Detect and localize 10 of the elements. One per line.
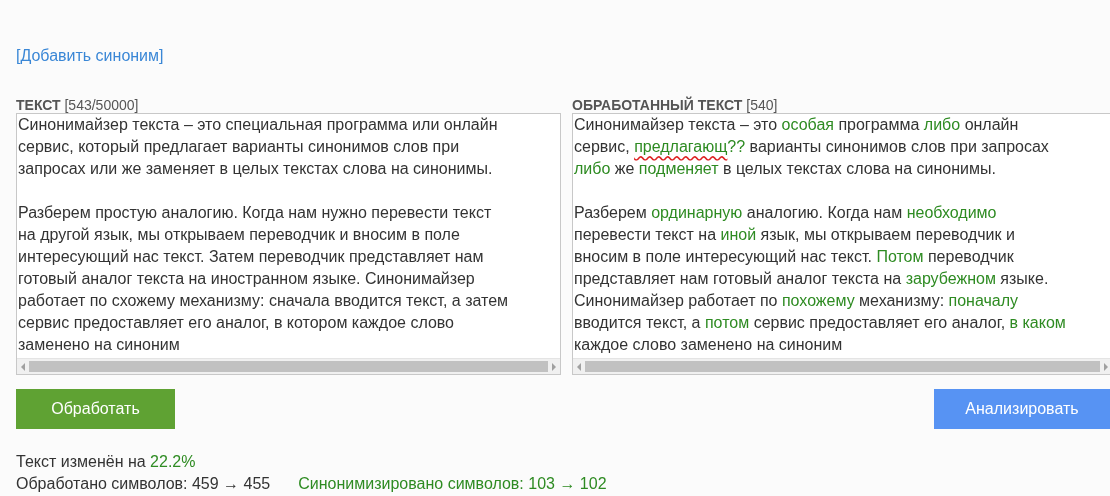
horizontal-scrollbar[interactable] (573, 358, 1110, 374)
horizontal-scrollbar[interactable] (17, 358, 560, 374)
text-changed-stat: Текст изменён на 22.2% (16, 452, 197, 472)
analyze-button[interactable]: Анализировать (934, 389, 1110, 429)
result-text-label: ОБРАБОТАННЫЙ ТЕКСТ [540] (572, 95, 779, 115)
process-button[interactable]: Обработать (16, 389, 175, 429)
source-text-label: ТЕКСТ [543/50000] (16, 96, 140, 115)
synonymized-chars-stat: Синонимизировано символов: 103 → 102 (298, 474, 607, 494)
add-synonym-link[interactable]: [Добавить синоним] (16, 45, 164, 67)
processed-chars-stat: Обработано символов: 459 → 455 (16, 474, 271, 494)
